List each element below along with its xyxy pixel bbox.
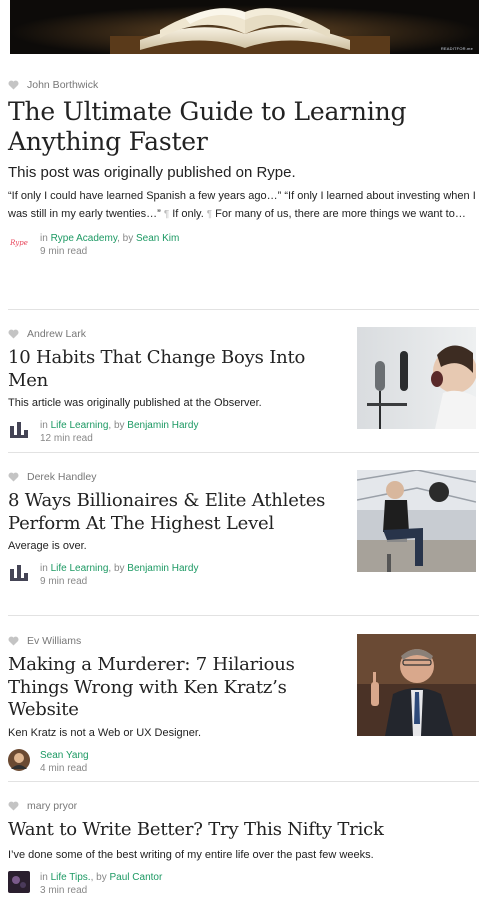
story-meta: in Life Tips., by Paul Cantor 3 min read: [8, 870, 479, 897]
divider: [8, 781, 479, 782]
story-title[interactable]: Making a Murderer: 7 Hilarious Things Wr…: [8, 654, 343, 722]
heart-icon[interactable]: [8, 329, 19, 339]
story-card[interactable]: Derek Handley 8 Ways Billionaires & Elit…: [8, 470, 479, 588]
story-card[interactable]: John Borthwick The Ultimate Guide to Lea…: [8, 78, 479, 258]
recommendation-line: Derek Handley: [8, 470, 343, 484]
story-description: Ken Kratz is not a Web or UX Designer.: [8, 726, 201, 739]
hero-credit: READITFOR.me: [440, 46, 473, 51]
by-separator: , by: [108, 420, 128, 431]
story-thumbnail[interactable]: [357, 634, 476, 736]
in-prefix: in: [40, 420, 51, 431]
recommendation-line: mary pryor: [8, 799, 479, 813]
publication-logo[interactable]: [8, 419, 30, 441]
story-title[interactable]: 8 Ways Billionaires & Elite Athletes Per…: [8, 490, 343, 535]
excerpt-part: For many of us, there are more things we…: [215, 208, 466, 220]
pilcrow-icon: ¶: [206, 209, 213, 220]
story-description: This article was originally published at…: [8, 397, 262, 409]
pilcrow-icon: ¶: [163, 209, 170, 220]
rype-logo-text: Rype: [10, 239, 28, 247]
recommender-name[interactable]: Derek Handley: [27, 471, 96, 483]
story-thumbnail[interactable]: [357, 470, 476, 572]
recommender-name[interactable]: Andrew Lark: [27, 328, 86, 340]
story-description: I’ve done some of the best writing of my…: [8, 848, 374, 861]
story-subtitle: This post was originally published on Ry…: [8, 164, 296, 181]
story-title[interactable]: 10 Habits That Change Boys Into Men: [8, 347, 343, 392]
heart-icon[interactable]: [8, 472, 19, 482]
heart-icon[interactable]: [8, 801, 19, 811]
read-time: 9 min read: [40, 246, 88, 257]
publication-link[interactable]: Life Learning: [51, 420, 109, 431]
recommender-name[interactable]: mary pryor: [27, 800, 77, 812]
publication-logo[interactable]: [8, 562, 30, 584]
in-prefix: in: [40, 871, 51, 883]
publication-logo[interactable]: Rype: [8, 232, 30, 254]
by-separator: , by: [117, 233, 136, 244]
avatar[interactable]: [8, 748, 30, 771]
by-separator: , by: [108, 563, 128, 574]
divider: [8, 309, 479, 310]
publication-link[interactable]: Life Tips.: [51, 872, 91, 883]
author-link[interactable]: Paul Cantor: [110, 872, 163, 883]
in-prefix: in: [40, 563, 51, 574]
life-learning-logo-icon: [10, 422, 28, 438]
author-link[interactable]: Sean Kim: [136, 233, 179, 244]
recommender-name[interactable]: Ev Williams: [27, 635, 81, 647]
story-title[interactable]: The Ultimate Guide to Learning Anything …: [8, 97, 479, 157]
story-thumbnail[interactable]: [357, 327, 476, 429]
story-description: Average is over.: [8, 540, 87, 552]
story-title[interactable]: Want to Write Better? Try This Nifty Tri…: [8, 819, 479, 842]
divider: [8, 452, 479, 453]
excerpt-part: If only.: [172, 208, 204, 220]
publication-link[interactable]: Rype Academy: [51, 233, 118, 244]
divider: [8, 615, 479, 616]
read-time: 9 min read: [40, 576, 88, 587]
read-time: 3 min read: [40, 884, 88, 896]
recommendation-line: Ev Williams: [8, 634, 343, 648]
hero-image[interactable]: READITFOR.me: [10, 0, 479, 54]
by-separator: , by: [90, 871, 110, 883]
story-card[interactable]: Andrew Lark 10 Habits That Change Boys I…: [8, 327, 479, 445]
read-time: 4 min read: [40, 762, 88, 774]
story-meta: in Life Learning, by Benjamin Hardy 12 m…: [8, 419, 343, 445]
heart-icon[interactable]: [8, 80, 19, 90]
read-time: 12 min read: [40, 433, 93, 444]
author-link[interactable]: Benjamin Hardy: [127, 563, 198, 574]
recommender-name[interactable]: John Borthwick: [27, 79, 98, 91]
story-excerpt: “If only I could have learned Spanish a …: [8, 187, 479, 224]
story-meta: in Life Learning, by Benjamin Hardy 9 mi…: [8, 562, 343, 588]
story-meta: Rype in Rype Academy, by Sean Kim 9 min …: [8, 232, 479, 258]
story-card[interactable]: mary pryor Want to Write Better? Try Thi…: [8, 799, 479, 897]
story-card[interactable]: Ev Williams Making a Murderer: 7 Hilario…: [8, 634, 479, 775]
publication-link[interactable]: Life Learning: [51, 563, 109, 574]
life-learning-logo-icon: [10, 565, 28, 581]
author-link[interactable]: Sean Yang: [40, 750, 89, 761]
recommendation-line: Andrew Lark: [8, 327, 343, 341]
publication-logo[interactable]: [8, 870, 30, 893]
heart-icon[interactable]: [8, 636, 19, 646]
recommendation-line: John Borthwick: [8, 78, 479, 92]
story-meta: Sean Yang 4 min read: [8, 748, 343, 775]
author-link[interactable]: Benjamin Hardy: [127, 420, 198, 431]
